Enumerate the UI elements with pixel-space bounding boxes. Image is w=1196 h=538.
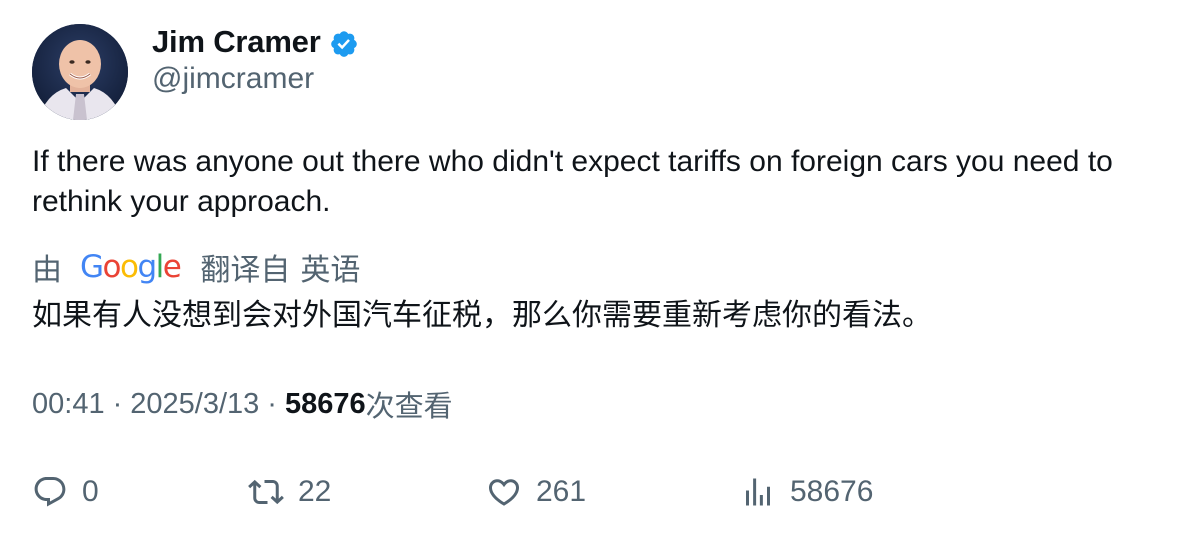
reply-button[interactable]: 0 — [32, 470, 99, 514]
author-name-row: Jim Cramer — [152, 22, 359, 62]
translation-attribution: 由 Google 翻译自 英语 — [32, 246, 360, 288]
views-button[interactable]: 58676 — [740, 470, 873, 514]
author-handle[interactable]: @jimcramer — [152, 62, 314, 96]
retweet-icon — [248, 474, 284, 510]
translated-by-label: 由 — [32, 254, 62, 287]
tweet-meta: 00:41 · 2025/3/13 · 58676 次查看 — [32, 384, 453, 424]
profile-photo-icon — [32, 24, 128, 120]
view-count-label: 次查看 — [365, 391, 453, 423]
meta-separator: · — [267, 387, 277, 420]
verified-badge-icon[interactable] — [329, 29, 359, 59]
translated-from-label: 翻译自 — [200, 254, 291, 287]
google-logo[interactable]: Google — [80, 249, 182, 285]
source-language: 英语 — [300, 254, 361, 287]
retweet-count: 22 — [298, 475, 332, 508]
heart-icon — [486, 474, 522, 510]
like-count: 261 — [536, 475, 587, 508]
display-name[interactable]: Jim Cramer — [152, 24, 321, 60]
view-count: 58676 — [284, 387, 366, 420]
tweet-date[interactable]: 2025/3/13 — [130, 388, 259, 421]
tweet-card: Jim Cramer @jimcramer If there was anyon… — [0, 0, 1196, 538]
reply-icon — [32, 474, 68, 510]
analytics-icon — [740, 474, 776, 510]
like-button[interactable]: 261 — [486, 470, 586, 514]
tweet-text: If there was anyone out there who didn't… — [32, 145, 1113, 218]
avatar[interactable] — [32, 24, 128, 120]
translated-text: 如果有人没想到会对外国汽车征税，那么你需要重新考虑你的看法。 — [32, 299, 932, 332]
retweet-button[interactable]: 22 — [248, 470, 331, 514]
views-count: 58676 — [790, 475, 874, 508]
reply-count: 0 — [82, 475, 99, 508]
tweet-time[interactable]: 00:41 — [32, 388, 105, 421]
meta-separator: · — [112, 387, 123, 420]
